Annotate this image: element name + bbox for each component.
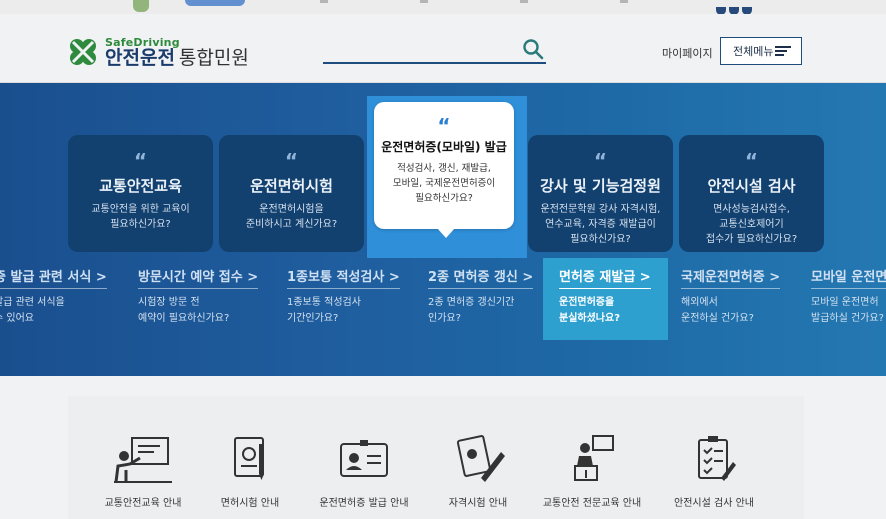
card-desc: 모바일, 국제운전면허증이 [392, 178, 496, 189]
qualification-pen-icon [413, 434, 543, 486]
service-label: 자격시험 안내 [448, 498, 508, 509]
link-title: 국제운전면허증 > [681, 266, 781, 289]
service-label: 운전면허증 발급 안내 [319, 498, 409, 509]
link-desc: 시험장 방문 전 [138, 297, 200, 308]
card-title: 운전면허증(모바일) 발급 [381, 140, 507, 154]
link-class2-renewal[interactable]: 2종 면허증 갱신 > 2종 면허증 갱신기간인가요? [428, 266, 534, 327]
link-desc: 기간인가요? [287, 313, 339, 324]
service-label: 교통안전 전문교육 안내 [542, 498, 642, 509]
service-label: 면허시험 안내 [220, 498, 280, 509]
link-desc: 발급 관련 서식을 [0, 297, 65, 308]
card-desc: 접수가 필요하신가요? [705, 234, 798, 245]
link-class1-aptitude-test[interactable]: 1종보통 적성검사 > 1종보통 적성검사기간인가요? [287, 266, 400, 327]
service-qualification-exam[interactable]: 자격시험 안내 [413, 434, 543, 509]
card-title: 강사 및 기능검정원 [540, 177, 661, 195]
service-license-issuance[interactable]: 운전면허증 발급 안내 [299, 434, 429, 509]
site-logo[interactable]: SafeDriving 안전운전 통합민원 [67, 36, 249, 68]
link-desc: 분실하셨나요? [559, 313, 621, 324]
logo-title-light: 통합민원 [178, 46, 249, 69]
card-desc: 면사성능검사접수, [713, 204, 790, 215]
card-pointer-arrow [437, 228, 455, 238]
link-title: 방문시간 예약 접수 > [138, 266, 259, 289]
link-mobile-license[interactable]: 모바일 운전면 모바일 운전면허발급하실 건가요? [811, 266, 886, 327]
card-instructor-examiner[interactable]: “ 강사 및 기능검정원 운전전문학원 강사 자격시험, 연수교육, 자격증 재발… [528, 135, 673, 252]
exam-document-icon [185, 434, 315, 486]
card-license-exam[interactable]: “ 운전면허시험 운전면허시험을준비하시고 계신가요? [219, 135, 364, 252]
site-header: SafeDriving 안전운전 통합민원 마이페이지 전체메뉴 [0, 14, 886, 83]
link-license-reissue[interactable]: 면허증 재발급 > 운전면허증을분실하셨나요? [543, 258, 668, 340]
link-title: 1종보통 적성검사 > [287, 266, 400, 289]
link-desc: 예약이 필요하신가요? [138, 313, 230, 324]
service-guide-section: 교통안전교육 안내 면허시험 안내 운전면허증 발급 안내 자격시험 안내 교통… [68, 396, 804, 519]
checklist-icon [649, 434, 779, 486]
link-title: 모바일 운전면 [811, 266, 886, 289]
card-desc: 필요하신가요? [415, 193, 473, 204]
logo-title: 안전운전 [105, 46, 175, 69]
top-tab-fragment[interactable] [185, 0, 245, 6]
card-license-issuance[interactable]: “ 운전면허증(모바일) 발급 적성검사, 갱신, 재발급, 모바일, 국제운전… [374, 102, 514, 229]
card-title: 교통안전교육 [99, 177, 182, 195]
service-professional-education[interactable]: 교통안전 전문교육 안내 [527, 434, 657, 509]
card-desc: 필요하신가요? [110, 219, 171, 230]
all-menu-button[interactable]: 전체메뉴 [720, 37, 802, 65]
link-desc: 수 있어요 [0, 313, 34, 324]
search-icon[interactable] [522, 38, 544, 60]
quote-icon: “ [437, 114, 451, 138]
clover-logo-icon [67, 36, 99, 68]
card-desc: 교통안전을 위한 교육이 [91, 204, 190, 215]
link-desc: 운전하실 건가요? [681, 313, 754, 324]
link-title: 면허증 재발급 > [559, 266, 651, 289]
quote-icon: “ [133, 149, 148, 173]
card-desc: 운전전문학원 강사 자격시험, [540, 204, 661, 215]
top-link-fragment[interactable] [620, 0, 628, 3]
service-label: 안전시설 검사 안내 [674, 498, 754, 509]
card-desc: 적성검사, 갱신, 재발급, [397, 163, 491, 174]
all-menu-label: 전체메뉴 [733, 45, 774, 58]
card-desc: 연수교육, 자격증 재발급이 [545, 219, 656, 230]
license-card-icon [299, 434, 429, 486]
quote-icon: “ [593, 149, 608, 173]
card-desc: 운전면허시험을 [259, 204, 324, 215]
accessibility-tools[interactable] [716, 0, 758, 15]
link-desc: 모바일 운전면허 [811, 297, 879, 308]
card-safety-facility-inspection[interactable]: “ 안전시설 검사 면사성능검사접수, 교통신호제어기접수가 필요하신가요? [679, 135, 824, 252]
link-title: 증 발급 관련 서식 > [0, 266, 107, 289]
top-link-fragment[interactable] [520, 0, 528, 3]
mypage-link[interactable]: 마이페이지 [662, 45, 713, 61]
link-issuance-forms[interactable]: 증 발급 관련 서식 > 발급 관련 서식을수 있어요 [0, 266, 107, 327]
link-desc: 운전면허증을 [559, 297, 615, 308]
card-traffic-safety-education[interactable]: “ 교통안전교육 교통안전을 위한 교육이필요하신가요? [68, 135, 213, 252]
link-title: 2종 면허증 갱신 > [428, 266, 534, 289]
quick-service-band: “ 교통안전교육 교통안전을 위한 교육이 필요하신가요? “ 운전면허시험 운전… [0, 83, 886, 376]
top-link-fragment[interactable] [420, 0, 428, 3]
link-desc: 해외에서 [681, 297, 718, 308]
top-logo-fragment [133, 0, 149, 12]
card-desc: 준비하시고 계신가요? [245, 219, 338, 230]
lecture-podium-icon [527, 434, 657, 486]
quote-icon: “ [284, 149, 299, 173]
link-visit-reservation[interactable]: 방문시간 예약 접수 > 시험장 방문 전예약이 필요하신가요? [138, 266, 259, 327]
service-facility-inspection[interactable]: 안전시설 검사 안내 [649, 434, 779, 509]
hamburger-icon [775, 46, 791, 56]
card-title: 운전면허시험 [250, 177, 333, 195]
top-link-fragment[interactable] [320, 0, 328, 3]
card-desc: 교통신호제어기 [719, 219, 784, 230]
card-desc: 필요하신가요? [570, 234, 631, 245]
top-utility-bar [0, 0, 886, 15]
link-desc: 2종 면허증 갱신기간 [428, 297, 515, 308]
card-title: 안전시설 검사 [707, 177, 796, 195]
link-desc: 발급하실 건가요? [811, 313, 884, 324]
search-input[interactable] [323, 36, 546, 64]
link-desc: 인가요? [428, 313, 461, 324]
service-license-exam[interactable]: 면허시험 안내 [185, 434, 315, 509]
link-international-license[interactable]: 국제운전면허증 > 해외에서운전하실 건가요? [681, 266, 781, 327]
quote-icon: “ [744, 149, 759, 173]
link-desc: 1종보통 적성검사 [287, 297, 361, 308]
